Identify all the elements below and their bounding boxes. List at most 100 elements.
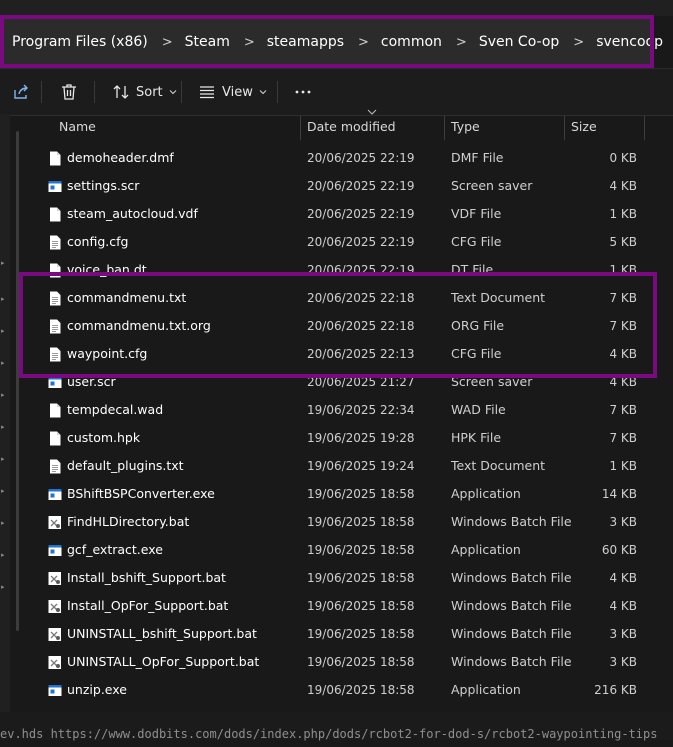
column-divider[interactable] [644,116,645,140]
file-type: DT File [451,262,494,277]
file-size: 3 KB [609,655,637,669]
file-row[interactable]: Install_bshift_Support.bat 19/06/2025 18:… [30,564,650,592]
column-header-date[interactable]: Date modified [307,114,396,142]
file-size: 7 KB [609,319,637,333]
column-divider[interactable] [300,116,301,140]
file-name: BShiftBSPConverter.exe [67,486,215,501]
file-row[interactable]: commandmenu.txt 20/06/2025 22:18 Text Docu… [30,284,650,312]
file-type: WAD File [451,402,506,417]
file-type: Windows Batch File [451,654,572,669]
breadcrumb-item[interactable]: Sven Co-op [479,34,559,50]
file-date-modified: 20/06/2025 22:13 [307,347,415,361]
chevron-right-icon: ▸ [1,455,5,463]
file-icon [50,207,61,222]
app-icon [48,489,62,500]
file-date-modified: 20/06/2025 22:19 [307,263,415,277]
more-options-button[interactable] [294,80,312,104]
chevron-right-icon: ▸ [1,519,5,527]
file-row[interactable]: commandmenu.txt.org 20/06/2025 22:18 ORG F… [30,312,650,340]
breadcrumb-item[interactable]: Steam [185,34,230,50]
file-date-modified: 19/06/2025 18:58 [307,655,415,669]
file-row[interactable]: demoheader.dmf 20/06/2025 22:19 DMF File 0 … [30,144,650,172]
file-type: Windows Batch File [451,514,572,529]
file-row[interactable]: UNINSTALL_bshift_Support.bat 19/06/2025 1… [30,620,650,648]
file-date-modified: 19/06/2025 18:58 [307,487,415,501]
file-size: 1 KB [609,459,637,473]
breadcrumb-separator-icon[interactable]: > [358,35,369,50]
column-header-size[interactable]: Size [571,114,597,142]
breadcrumb-item[interactable]: common [381,34,442,50]
file-row[interactable]: waypoint.cfg 20/06/2025 22:13 CFG File 4 KB [30,340,650,368]
file-type: HPK File [451,430,502,445]
file-name: custom.hpk [67,430,141,445]
breadcrumb-separator-icon[interactable]: > [573,35,584,50]
sort-icon [113,85,129,99]
breadcrumb-separator-icon[interactable]: > [456,35,467,50]
breadcrumb-item-current[interactable]: svencoop [596,34,663,50]
file-type: Application [451,486,521,501]
chevron-right-icon: ▸ [1,583,5,591]
text-file-icon [50,347,61,362]
file-size: 4 KB [609,347,637,361]
breadcrumb-item[interactable]: Program Files (x86) [12,34,148,50]
sort-ascending-icon [367,109,377,115]
file-row[interactable]: custom.hpk 19/06/2025 19:28 HPK File 7 KB [30,424,650,452]
file-type: Text Document [451,458,546,473]
file-icon [50,431,61,446]
chevron-right-icon: ▸ [1,487,5,495]
file-size: 0 KB [609,151,637,165]
chevron-right-icon: ▸ [1,359,5,367]
file-date-modified: 20/06/2025 22:19 [307,235,415,249]
file-date-modified: 19/06/2025 18:58 [307,515,415,529]
file-date-modified: 19/06/2025 19:28 [307,431,415,445]
file-date-modified: 19/06/2025 18:58 [307,571,415,585]
file-row[interactable]: UNINSTALL_OpFor_Support.bat 19/06/2025 18… [30,648,650,676]
chevron-right-icon: ▸ [1,551,5,559]
text-file-icon [50,459,61,474]
chevron-right-icon: ▸ [1,423,5,431]
file-row[interactable]: steam_autocloud.vdf 20/06/2025 22:19 VDF F… [30,200,650,228]
file-row[interactable]: gcf_extract.exe 19/06/2025 18:58 Applicati… [30,536,650,564]
file-name: UNINSTALL_bshift_Support.bat [67,626,257,641]
file-date-modified: 20/06/2025 22:18 [307,291,415,305]
batch-file-icon [48,516,61,529]
file-name: config.cfg [67,234,129,249]
batch-file-icon [48,600,61,613]
address-bar[interactable]: Program Files (x86) > Steam > steamapps … [0,18,663,66]
app-icon [48,685,62,696]
view-button[interactable]: View [198,80,268,104]
sort-button[interactable]: Sort [112,80,178,104]
file-row[interactable]: BShiftBSPConverter.exe 19/06/2025 18:58 Ap… [30,480,650,508]
app-icon [48,377,62,388]
file-name: Install_OpFor_Support.bat [67,598,229,613]
file-row[interactable]: tempdecal.wad 19/06/2025 22:34 WAD File 7 K… [30,396,650,424]
navigation-scrollbar[interactable] [16,131,19,631]
file-type: CFG File [451,234,502,249]
column-divider[interactable] [444,116,445,140]
breadcrumb-separator-icon[interactable]: > [162,35,173,50]
file-name: steam_autocloud.vdf [67,206,198,221]
file-row[interactable]: settings.scr 20/06/2025 22:19 Screen saver… [30,172,650,200]
file-row[interactable]: unzip.exe 19/06/2025 18:58 Application 216 … [30,676,650,704]
file-row[interactable]: config.cfg 20/06/2025 22:19 CFG File 5 KB [30,228,650,256]
command-bar: Sort View [0,68,673,116]
sort-label: Sort [136,84,163,100]
file-row[interactable]: voice_ban.dt 20/06/2025 22:19 DT File 1 KB [30,256,650,284]
file-size: 4 KB [609,571,637,585]
trash-icon [62,84,76,100]
share-button[interactable] [12,80,30,104]
column-header-type[interactable]: Type [451,114,480,142]
file-row[interactable]: Install_OpFor_Support.bat 19/06/2025 18:5… [30,592,650,620]
file-size: 1 KB [609,263,637,277]
file-row[interactable]: user.scr 20/06/2025 21:27 Screen saver 4 KB [30,368,650,396]
breadcrumb-separator-icon[interactable]: > [244,35,255,50]
file-name: commandmenu.txt [67,290,187,305]
chevron-right-icon: ▸ [1,259,5,267]
file-row[interactable]: default_plugins.txt 19/06/2025 19:24 Text … [30,452,650,480]
column-header-name[interactable]: Name [59,114,96,142]
column-divider[interactable] [564,116,565,140]
delete-button[interactable] [60,80,78,104]
file-date-modified: 20/06/2025 22:19 [307,207,415,221]
file-row[interactable]: FindHLDirectory.bat 19/06/2025 18:58 Windo… [30,508,650,536]
breadcrumb-item[interactable]: steamapps [267,34,344,50]
